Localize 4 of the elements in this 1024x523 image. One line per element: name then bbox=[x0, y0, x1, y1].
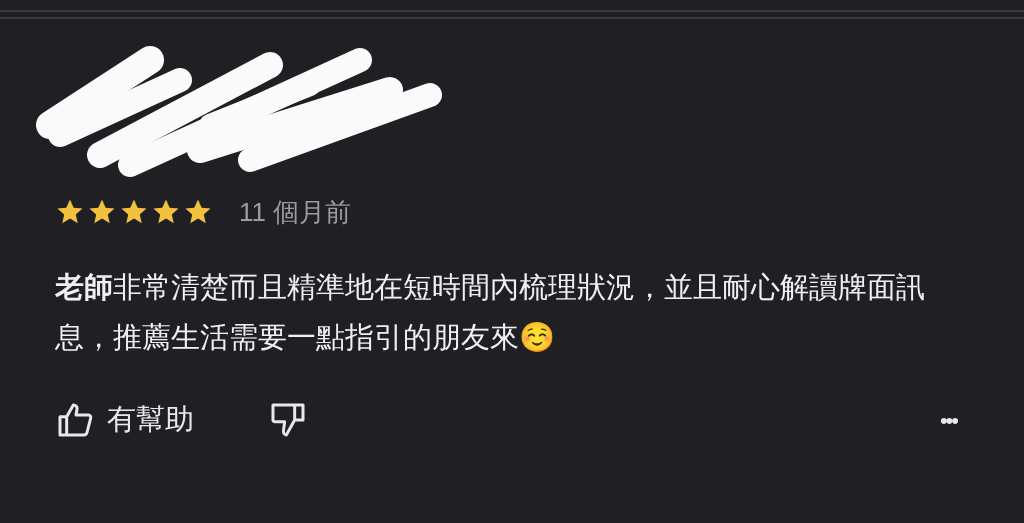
review-time: 11 個月前 bbox=[239, 195, 352, 229]
more-button[interactable]: ••• bbox=[939, 403, 957, 437]
helpful-button[interactable]: 有幫助 bbox=[55, 398, 194, 442]
review-text: 老師非常清楚而且精準地在短時間內梳理狀況，並且耐心解讀牌面訊息，推薦生活需要一點指引的朋友來☺ bbox=[55, 270, 926, 355]
